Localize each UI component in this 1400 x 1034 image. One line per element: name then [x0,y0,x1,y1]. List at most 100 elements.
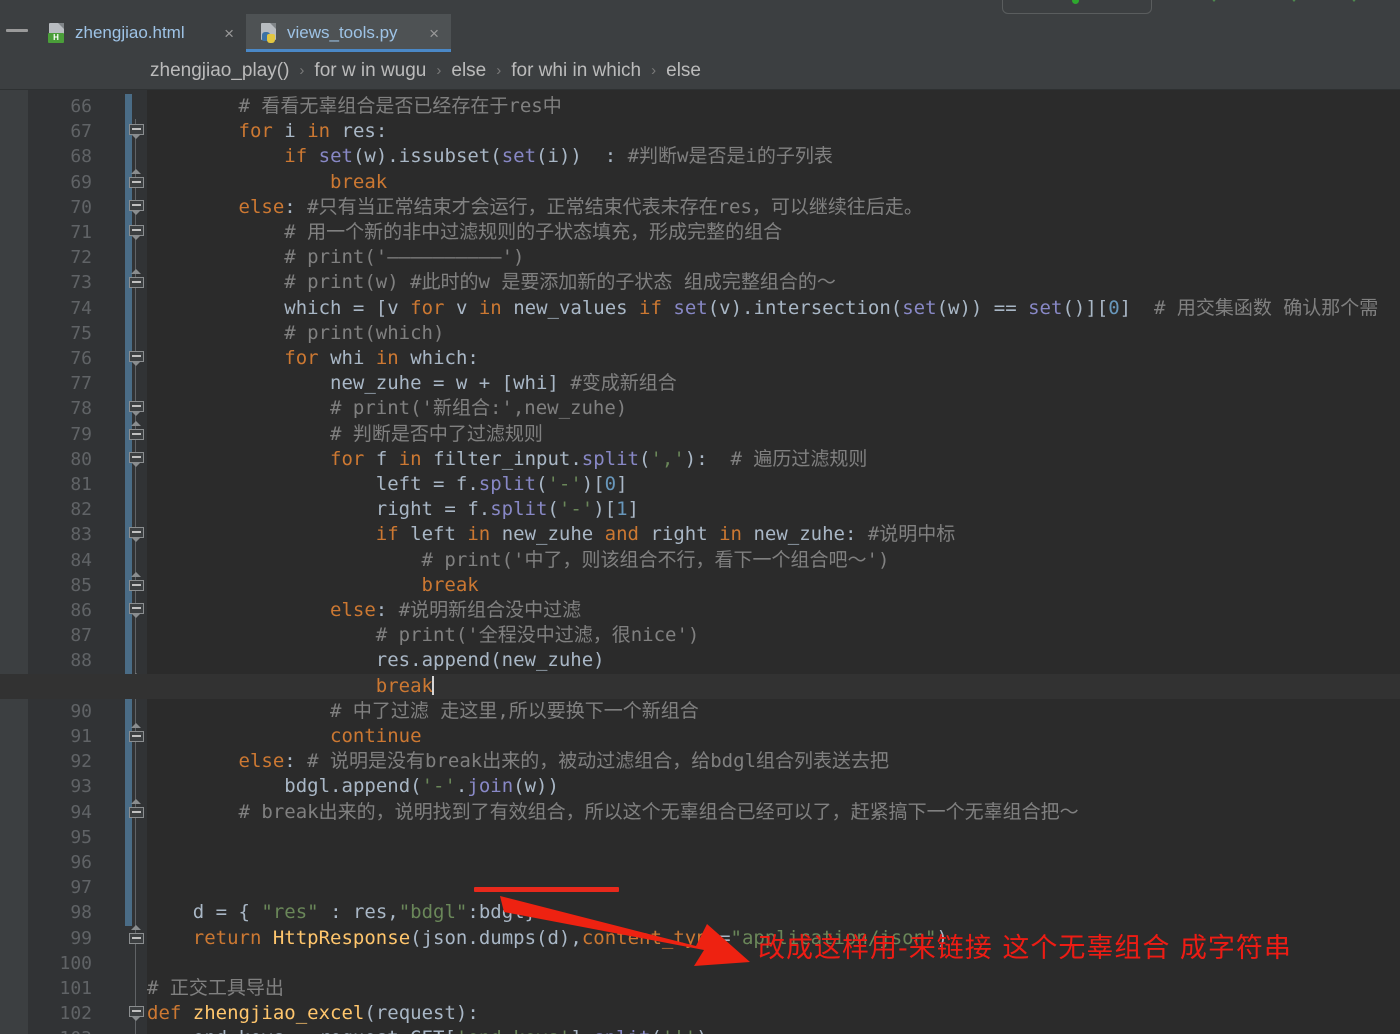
line-number: 96 [70,852,92,873]
line-number: 80 [70,448,92,470]
code-line[interactable]: # print('新组合:',new_zuhe) [147,396,627,421]
fold-toggle-icon[interactable] [129,451,144,467]
editor-tab-zhengjiao-html[interactable]: H zhengjiao.html × [34,14,246,52]
fold-toggle-icon[interactable] [129,168,144,188]
fold-toggle-icon[interactable] [129,351,144,366]
code-line[interactable]: bdgl.append('-'.join(w)) [147,774,559,799]
fold-toggle-icon[interactable] [129,527,144,543]
line-number: 84 [70,549,92,571]
code-line[interactable]: # print('中了，则该组合不行，看下一个组合吧～') [147,548,890,573]
fold-toggle-icon[interactable] [129,723,144,742]
fold-toggle-icon[interactable] [129,401,144,417]
line-number: 97 [70,877,92,899]
code-line[interactable]: # 用一个新的非中过滤规则的子状态填充，形成完整的组合 [147,220,782,245]
code-line[interactable]: # print('——————————') [147,245,524,270]
toolbar-strip [0,0,1400,15]
sidebar-collapse-icon[interactable] [6,29,28,32]
code-line[interactable]: def zhengjiao_excel(request): [147,1001,479,1026]
chevron-down-icon[interactable] [1290,0,1298,2]
line-number: 88 [70,650,92,672]
code-line[interactable]: end_keys = request.GET['end_keys'].split… [147,1026,708,1034]
code-editor[interactable]: 66 67 68 69 70 71 72 73 74 75 76 77 78 79 80 81 82 83 84 85… [0,90,1400,1034]
code-line[interactable]: # 看看无辜组合是否已经存在于res中 [147,94,562,119]
code-line[interactable]: # break出来的，说明找到了有效组合，所以这个无辜组合已经可以了，赶紧搞下一… [147,800,1079,825]
chevron-down-icon[interactable] [1350,0,1358,2]
line-number: 98 [70,902,92,924]
line-number: 101 [59,978,92,999]
fold-toggle-icon[interactable] [129,798,144,818]
fold-toggle-icon[interactable] [129,603,144,618]
fold-toggle-icon[interactable] [129,124,144,140]
code-line[interactable]: continue [147,724,422,749]
breadcrumb-item-0[interactable]: zhengjiao_play() [150,60,289,82]
code-line[interactable]: # 中了过滤 走这里,所以要换下一个新组合 [147,699,699,724]
code-line[interactable]: d = { "res" : res,"bdgl":bdgl} [147,900,536,925]
code-line[interactable]: new_zuhe = w + [whi] #变成新组合 [147,371,677,396]
fold-toggle-icon[interactable] [129,924,144,944]
fold-toggle-icon[interactable] [129,420,144,440]
code-line[interactable]: break [147,573,479,598]
line-number: 85 [70,574,92,596]
code-line[interactable]: break [147,170,387,195]
breadcrumb-separator: › [651,62,657,79]
code-line[interactable]: if left in new_zuhe and right in new_zuh… [147,522,956,547]
code-line[interactable]: break [147,674,434,699]
line-number: 86 [70,600,92,621]
code-line[interactable]: # print(which) [147,321,444,346]
breadcrumb: zhengjiao_play() › for w in wugu › else … [0,52,1400,90]
editor-tab-bar: H zhengjiao.html × views_tools.py × [0,14,1400,52]
html-file-icon: H [48,23,67,43]
breadcrumb-item-3[interactable]: for whi in which [511,60,641,82]
code-line[interactable]: else: #说明新组合没中过滤 [147,598,581,623]
code-line[interactable]: for i in res: [147,119,388,144]
code-line[interactable]: if set(w).issubset(set(i)) : #判断w是否是i的子列… [147,144,833,169]
breadcrumb-item-4[interactable]: else [666,60,701,82]
code-line[interactable]: which = [v for v in new_values if set(v)… [147,296,1378,321]
fold-toggle-icon[interactable] [129,269,144,289]
python-file-icon [260,23,279,43]
breadcrumb-separator: › [299,62,305,79]
code-line[interactable]: right = f.split('-')[1] [147,497,639,522]
editor-tab-views-tools-py[interactable]: views_tools.py × [246,14,451,52]
line-number: 92 [70,751,92,773]
line-number: 91 [70,726,92,747]
breadcrumb-item-2[interactable]: else [451,60,486,82]
pycharm-window: H zhengjiao.html × views_tools.py × zhen… [0,0,1400,1034]
line-number: 81 [70,474,92,495]
fold-toggle-icon[interactable] [129,199,144,215]
line-number: 73 [70,272,92,294]
line-number: 79 [70,423,92,445]
line-number: 69 [70,171,92,193]
line-number: 94 [70,801,92,823]
line-number: 93 [70,776,92,798]
chevron-down-icon[interactable] [1210,0,1218,2]
fold-toggle-icon[interactable] [129,1006,144,1022]
line-number: 90 [70,700,92,722]
code-line[interactable]: else: # 说明是没有break出来的，被动过滤组合，给bdgl组合列表送去… [147,749,890,774]
line-number: 102 [59,1003,92,1025]
code-line[interactable]: res.append(new_zuhe) [147,648,605,673]
code-line[interactable]: # print('全程没中过滤，很nice') [147,623,700,648]
line-number: 103 [0,1026,92,1034]
code-line[interactable]: # print(w) #此时的w 是要添加新的子状态 组成完整组合的～ [147,270,836,295]
line-number: 100 [59,952,92,974]
breadcrumb-item-1[interactable]: for w in wugu [314,60,426,82]
fold-toggle-icon[interactable] [129,225,144,240]
fold-toggle-icon[interactable] [129,571,144,591]
red-note-text: 改成这样用-来链接 这个无辜组合 成字符串 [758,933,1292,964]
code-line[interactable]: # 正交工具导出 [147,976,284,1001]
red-arrow-annotation [500,896,750,966]
close-icon[interactable]: × [429,25,439,42]
code-line[interactable]: left = f.split('-')[0] [147,472,628,497]
breadcrumb-separator: › [496,62,502,79]
line-number: 87 [70,625,92,647]
code-line[interactable]: else: #只有当正常结束才会运行，正常结束代表未存在res，可以继续往后走。 [147,195,923,220]
code-line[interactable]: for f in filter_input.split(','): # 遍历过滤… [147,447,867,472]
code-line[interactable]: # 判断是否中了过滤规则 [147,422,543,447]
code-line[interactable]: for whi in which: [147,346,479,371]
breadcrumb-separator: › [436,62,442,79]
line-number: 74 [70,297,92,319]
code-text-area[interactable]: # 看看无辜组合是否已经存在于res中 for i in res: if set… [147,90,1400,1034]
close-icon[interactable]: × [224,25,234,42]
line-number: 78 [70,398,92,420]
